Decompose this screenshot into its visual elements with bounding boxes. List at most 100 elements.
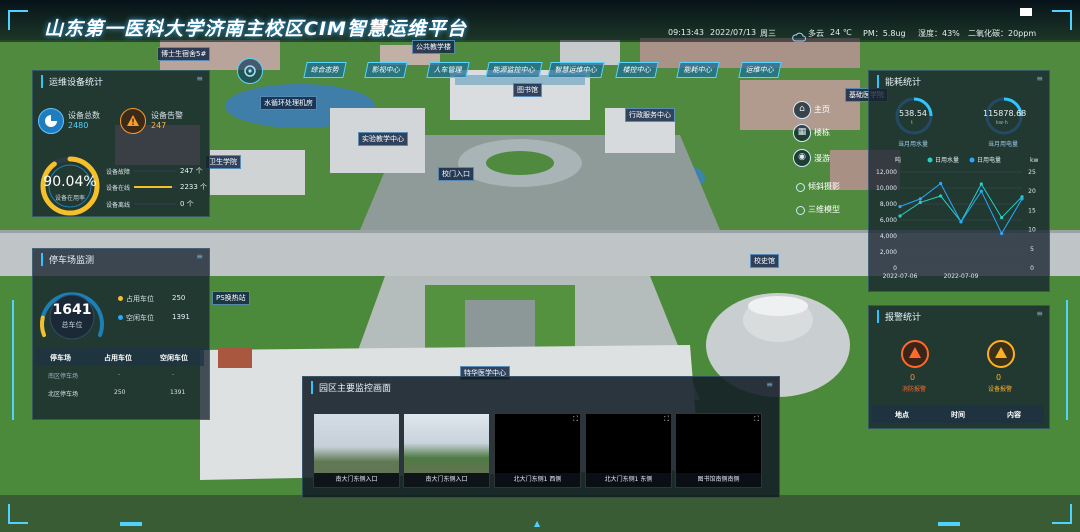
map-label-ps-station[interactable]: PS换热站: [212, 291, 250, 305]
menu-roam[interactable]: 漫游: [814, 153, 830, 164]
ops-panel-title: 运维设备统计: [41, 75, 103, 88]
offline-value: 0 个: [180, 200, 194, 208]
map-label-doctor-dorm[interactable]: 博士生宿舍5#: [157, 47, 211, 61]
chart-ylabel-right: kw: [1030, 157, 1038, 164]
home-icon[interactable]: ⌂: [793, 101, 811, 119]
offline-label: 设备离线: [106, 202, 131, 209]
used-label: 占用车位: [126, 295, 154, 303]
y-tick-left: 4,000: [880, 233, 897, 240]
radio-icon[interactable]: [796, 183, 805, 192]
tab-energy-monitor[interactable]: 能源监控中心: [485, 62, 543, 78]
table-row[interactable]: 南区停车场: [48, 371, 78, 380]
tab-video[interactable]: 影视中心: [364, 62, 408, 78]
expand-icon[interactable]: ⛶: [392, 415, 397, 424]
parking-total: 1641: [52, 302, 92, 318]
y-tick-left: 8,000: [880, 201, 897, 208]
more-icon[interactable]: ≡: [196, 252, 203, 261]
expand-icon[interactable]: ⛶: [573, 415, 578, 424]
camera-label: 南大门东侧入口: [314, 473, 399, 487]
camera-feed-2[interactable]: ⛶ 南大门东侧入口: [403, 413, 490, 488]
fire-alarm-label: 消防报警: [902, 386, 927, 393]
menu-home[interactable]: 主页: [814, 104, 830, 115]
energy-line-chart[interactable]: 吨 kw 日用水量 日用电量 0 2,000 4,000 6,000 8,000 10,00…: [870, 150, 1048, 288]
tab-ops-center[interactable]: 智慧运维中心: [547, 62, 605, 78]
camera-feed-5[interactable]: ⛶ 图书馆南侧南侧: [675, 413, 762, 488]
usage-percent: 90.04%: [43, 174, 97, 190]
window-button[interactable]: [1020, 8, 1032, 16]
online-bar-track: [134, 186, 176, 188]
data-point: [898, 214, 902, 218]
fault-label: 设备故障: [106, 169, 131, 176]
parking-panel-title: 停车场监测: [41, 253, 94, 266]
map-label-museum[interactable]: 校史馆: [750, 254, 779, 268]
roam-icon[interactable]: ◉: [793, 149, 811, 167]
alarm-header-content: 内容: [1007, 411, 1021, 419]
online-bar-fill: [134, 186, 172, 188]
tab-situation[interactable]: 综合态势: [303, 62, 347, 78]
more-icon[interactable]: ≡: [1036, 74, 1043, 83]
data-point: [979, 182, 983, 186]
tab-people-vehicle[interactable]: 人车管理: [426, 62, 470, 78]
map-label-admin-center[interactable]: 行政服务中心: [625, 108, 675, 122]
clock-time: 09:13:43: [668, 28, 704, 37]
water-label: 当月用水量: [898, 141, 929, 148]
x-tick: 2022-07-09: [944, 273, 979, 280]
menu-oblique[interactable]: 倾斜摄影: [808, 181, 840, 192]
clock-weekday: 周三: [760, 29, 776, 38]
free-value: 1391: [172, 313, 190, 321]
table-cell: -: [118, 371, 121, 378]
building-icon[interactable]: ▦: [793, 124, 811, 142]
data-point: [1000, 216, 1004, 220]
radio-icon[interactable]: [796, 206, 805, 215]
data-point: [939, 181, 943, 186]
humidity-value: 湿度：43%: [918, 29, 960, 38]
table-row[interactable]: 北区停车场: [48, 389, 78, 398]
data-point: [959, 220, 963, 224]
data-point: [939, 194, 943, 198]
pm-value: PM：5.8ug: [863, 29, 906, 38]
power-unit: kw·h: [996, 120, 1008, 126]
legend-label: 日用电量: [977, 156, 1001, 164]
fault-bar: [134, 170, 176, 172]
device-alarm-value: 247: [151, 121, 167, 130]
map-label-health-school[interactable]: 卫生学院: [205, 155, 241, 169]
data-point: [979, 189, 983, 193]
water-value: 538.54: [899, 109, 927, 118]
menu-3d-model[interactable]: 三维模型: [808, 204, 840, 215]
map-label-library[interactable]: 图书馆: [513, 83, 542, 97]
pie-icon: [38, 108, 64, 134]
fire-alarm-icon[interactable]: [901, 340, 929, 368]
more-icon[interactable]: ≡: [766, 380, 773, 389]
camera-feed-3[interactable]: ⛶ 北大门东侧1 西侧: [494, 413, 581, 488]
co2-value: 二氧化碳：20ppm: [968, 29, 1037, 38]
series-line: [899, 182, 1023, 235]
cloud-icon: [792, 27, 806, 46]
map-label-water-plant[interactable]: 水循环处理机房: [260, 96, 317, 110]
map-label-gate[interactable]: 校门入口: [438, 167, 474, 181]
camera-label: 图书馆南侧南侧: [676, 473, 761, 487]
device-alarm-icon[interactable]: [987, 340, 1015, 368]
menu-building[interactable]: 楼栋: [814, 127, 830, 138]
more-icon[interactable]: ≡: [196, 74, 203, 83]
data-point: [1020, 197, 1024, 201]
camera-feed-4[interactable]: ⛶ 北大门东侧1 东侧: [585, 413, 672, 488]
device-total-value: 2480: [68, 121, 89, 130]
camera-feed-1[interactable]: ⛶ 南大门东侧入口: [313, 413, 400, 488]
y-tick-left: 2,000: [880, 249, 897, 256]
expand-icon[interactable]: ⛶: [664, 415, 669, 424]
expand-icon[interactable]: ⛶: [754, 415, 759, 424]
more-icon[interactable]: ≡: [1036, 309, 1043, 318]
target-icon[interactable]: [237, 58, 263, 84]
expand-icon[interactable]: ⛶: [482, 415, 487, 424]
tab-energy-center[interactable]: 能耗中心: [676, 62, 720, 78]
y-tick-left: 6,000: [880, 217, 897, 224]
map-label-public-building[interactable]: 公共教学楼: [412, 40, 455, 54]
triangle-up-icon[interactable]: ▲: [534, 519, 540, 528]
online-value: 2233 个: [180, 183, 208, 191]
y-tick-right: 5: [1030, 246, 1034, 253]
map-label-experiment-center[interactable]: 实验教学中心: [358, 132, 408, 146]
tab-maintenance[interactable]: 运维中心: [738, 62, 782, 78]
tab-building-control[interactable]: 楼控中心: [615, 62, 659, 78]
online-label: 设备在线: [106, 185, 131, 192]
legend-marker: [969, 157, 975, 163]
